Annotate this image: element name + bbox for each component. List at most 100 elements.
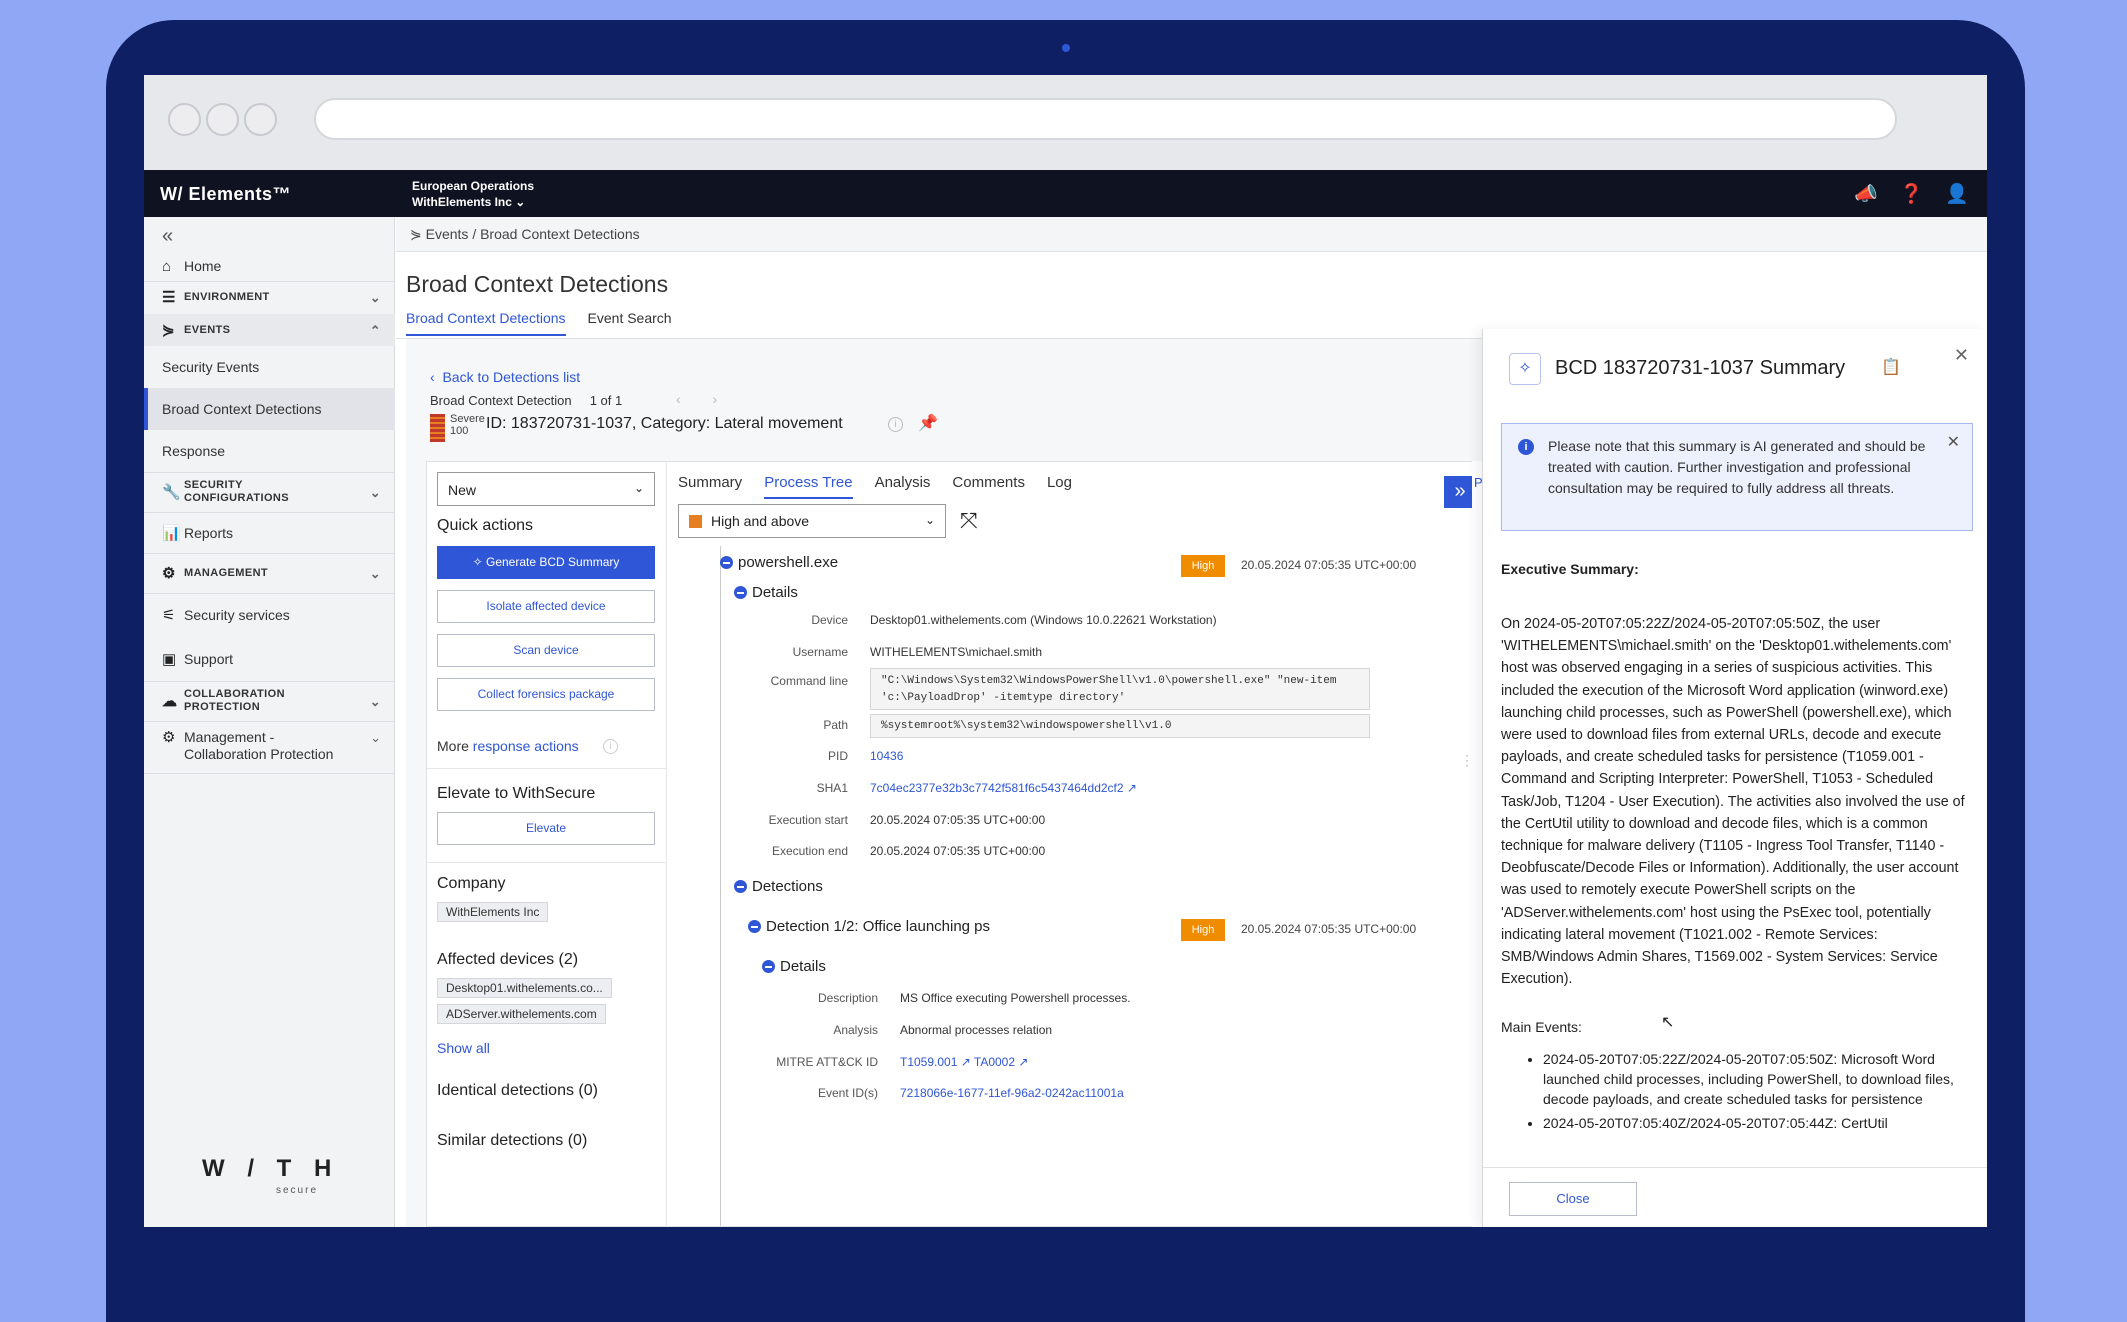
process-node[interactable]: powershell.exe xyxy=(720,554,838,571)
generate-bcd-summary-button[interactable]: ✧ Generate BCD Summary xyxy=(437,546,655,579)
tab-summary[interactable]: Summary xyxy=(678,474,742,499)
elevate-heading: Elevate to WithSecure xyxy=(437,785,596,802)
info-icon[interactable]: i xyxy=(888,417,903,432)
events-icon: ⋟ xyxy=(410,226,426,242)
identical-detections[interactable]: Identical detections (0) xyxy=(437,1082,598,1100)
home-icon: ⌂ xyxy=(162,257,172,275)
tab-analysis[interactable]: Analysis xyxy=(875,474,931,499)
list-icon: ☰ xyxy=(162,289,176,306)
tab-process-tree[interactable]: Process Tree xyxy=(764,474,853,499)
sidebar-item-response[interactable]: Response xyxy=(144,430,395,472)
info-icon: i xyxy=(1518,439,1534,455)
device-chip[interactable]: Desktop01.withelements.co... xyxy=(437,978,612,998)
isolate-device-button[interactable]: Isolate affected device xyxy=(437,590,655,623)
org-company: WithElements Inc ⌄ xyxy=(412,195,526,209)
collapse-icon xyxy=(748,920,761,933)
description-value: MS Office executing Powershell processes… xyxy=(900,991,1131,1005)
detection-pager[interactable]: ‹ › xyxy=(676,391,731,407)
chevron-down-icon: ⌄ xyxy=(369,290,381,305)
window-close-dot[interactable] xyxy=(168,103,201,136)
analysis-value: Abnormal processes relation xyxy=(900,1023,1053,1037)
sidebar-item-support[interactable]: ▣ Support xyxy=(144,637,395,681)
sidebar: « ⌂ Home ☰ ENVIRONMENT ⌄ ⋟ EVENTS ⌃ Security … xyxy=(144,217,395,1227)
chevron-down-icon: ⌄ xyxy=(633,481,644,495)
collect-forensics-button[interactable]: Collect forensics package xyxy=(437,678,655,711)
device-value: Desktop01.withelements.com (Windows 10.0… xyxy=(870,613,1217,627)
scan-device-button[interactable]: Scan device xyxy=(437,634,655,667)
copy-icon[interactable]: 📋 xyxy=(1881,357,1901,377)
sidebar-item-security-services[interactable]: ⚟ Security services xyxy=(144,593,395,637)
sidebar-item-events[interactable]: ⋟ EVENTS ⌃ xyxy=(144,314,395,346)
window-maximize-dot[interactable] xyxy=(244,103,277,136)
details-node[interactable]: Details xyxy=(734,584,798,601)
quick-actions-heading: Quick actions xyxy=(437,517,534,534)
sidebar-item-security-events[interactable]: Security Events xyxy=(144,346,395,388)
org-region: European Operations xyxy=(412,179,535,193)
sha1-link[interactable]: 7c04ec2377e32b3c7742f581f6c5437464dd2cf2… xyxy=(870,781,1137,795)
collapse-sidebar-icon[interactable]: « xyxy=(162,225,173,248)
tab-broad-context-detections[interactable]: Broad Context Detections xyxy=(406,310,566,336)
screen: W/ Elements™ European Operations WithEle… xyxy=(144,75,1987,1227)
brand-logo[interactable]: W/ Elements™ xyxy=(160,184,291,205)
info-icon[interactable]: i xyxy=(603,739,618,754)
sidebar-item-collaboration-protection[interactable]: ☁ COLLABORATION PROTECTION ⌄ xyxy=(144,681,395,721)
collapse-icon xyxy=(720,556,733,569)
mitre-links[interactable]: T1059.001 ↗ TA0002 ↗ xyxy=(900,1055,1028,1069)
sparkle-icon: ✧ xyxy=(1509,353,1541,385)
status-select[interactable]: New ⌄ xyxy=(437,472,655,506)
sidebar-item-reports[interactable]: 📊 Reports xyxy=(144,512,395,553)
megaphone-icon[interactable]: 📣 xyxy=(1854,182,1878,206)
sidebar-item-management[interactable]: ⚙ MANAGEMENT ⌄ xyxy=(144,553,395,593)
window-minimize-dot[interactable] xyxy=(206,103,239,136)
user-icon[interactable]: 👤 xyxy=(1945,182,1969,206)
username-value: WITHELEMENTS\michael.smith xyxy=(870,645,1043,659)
process-tree-column: Summary Process Tree Analysis Comments L… xyxy=(668,462,1488,1227)
close-icon[interactable]: ✕ xyxy=(1954,345,1969,366)
breadcrumb-text[interactable]: Events / Broad Context Detections xyxy=(426,226,640,242)
browser-chrome xyxy=(144,75,1987,170)
chevron-down-icon: ⌄ xyxy=(924,513,935,527)
org-selector[interactable]: European Operations WithElements Inc ⌄ xyxy=(412,178,534,210)
field-label: Path xyxy=(823,718,848,732)
page-title: Broad Context Detections xyxy=(406,271,669,297)
dismiss-icon[interactable]: ✕ xyxy=(1947,432,1960,453)
field-label: Username xyxy=(792,645,848,659)
field-label: Device xyxy=(811,613,848,627)
severity-badge: High xyxy=(1181,555,1225,577)
fullscreen-icon[interactable]: ⤧ xyxy=(960,508,978,534)
collapse-icon xyxy=(762,960,775,973)
response-actions-link[interactable]: response actions xyxy=(473,738,579,754)
collapse-icon xyxy=(734,880,747,893)
detections-node[interactable]: Detections xyxy=(734,878,823,895)
field-label: Event ID(s) xyxy=(817,1086,878,1100)
sidebar-item-management-collaboration[interactable]: ⚙ Management - Collaboration Protection ⌄ xyxy=(144,721,395,773)
sidebar-item-security-configurations[interactable]: 🔧 SECURITY CONFIGURATIONS ⌄ xyxy=(144,472,395,512)
help-icon[interactable]: ❓ xyxy=(1900,182,1924,206)
close-button[interactable]: Close xyxy=(1509,1182,1637,1216)
actions-column: New ⌄ Quick actions ✧ Generate BCD Summar… xyxy=(427,462,667,1227)
bar-chart-icon: 📊 xyxy=(162,524,181,542)
affected-devices-heading: Affected devices (2) xyxy=(437,951,579,968)
sidebar-item-home[interactable]: ⌂ Home xyxy=(144,251,395,281)
event-id-link[interactable]: 7218066e-1677-11ef-96a2-0242ac11001a xyxy=(900,1086,1124,1100)
pid-link[interactable]: 10436 xyxy=(870,749,903,763)
severity-badge: High xyxy=(1181,919,1225,941)
tab-log[interactable]: Log xyxy=(1047,474,1072,499)
show-all-devices-link[interactable]: Show all xyxy=(437,1040,490,1056)
company-heading: Company xyxy=(437,875,506,892)
pin-icon[interactable]: 📌 xyxy=(918,413,938,433)
sidebar-item-broad-context-detections[interactable]: Broad Context Detections xyxy=(144,388,395,430)
address-bar[interactable] xyxy=(314,98,1897,140)
tab-comments[interactable]: Comments xyxy=(952,474,1025,499)
device-chip[interactable]: ADServer.withelements.com xyxy=(437,1004,606,1024)
detection-node[interactable]: Detection 1/2: Office launching ps xyxy=(748,918,990,935)
sidebar-item-environment[interactable]: ☰ ENVIRONMENT ⌄ xyxy=(144,281,395,314)
back-to-detections-link[interactable]: ‹ Back to Detections list xyxy=(430,369,580,385)
tab-event-search[interactable]: Event Search xyxy=(588,310,672,336)
detection-count: 1 of 1 xyxy=(589,393,623,408)
severity-filter-select[interactable]: High and above ⌄ xyxy=(678,504,946,538)
panel-footer: Close xyxy=(1483,1167,1987,1227)
detection-details-node[interactable]: Details xyxy=(762,958,826,975)
similar-detections[interactable]: Similar detections (0) xyxy=(437,1132,587,1150)
elevate-button[interactable]: Elevate xyxy=(437,812,655,845)
